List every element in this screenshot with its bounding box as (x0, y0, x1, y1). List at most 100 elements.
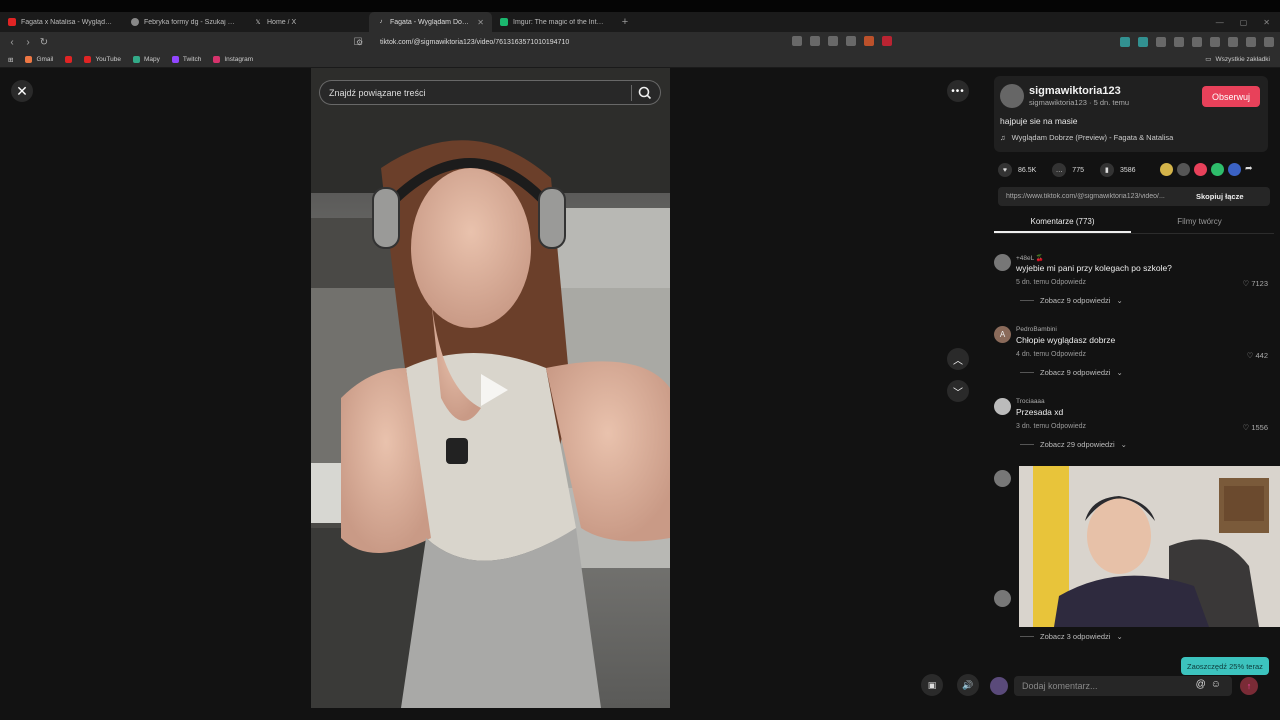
bookmark-label: Mapy (143, 56, 160, 63)
tab-title: Home / X (267, 18, 297, 26)
browser-tab-5[interactable]: Imgur: The magic of the Internet (492, 12, 615, 32)
volume-icon[interactable]: 🔊 (957, 674, 979, 696)
comment-stat[interactable]: … 775 (1052, 163, 1084, 177)
comment-like-count: 7123 (1251, 279, 1268, 288)
share-whatsapp-icon[interactable] (1211, 163, 1224, 176)
promo-badge[interactable]: Zaoszczędź 25% teraz (1181, 657, 1269, 675)
reply-button[interactable]: Odpowiedz (1051, 423, 1086, 430)
bookmark-youtube[interactable]: YouTube (84, 56, 121, 63)
bookmark-youtube-icon-only[interactable] (65, 56, 73, 63)
search-icon[interactable] (637, 85, 653, 101)
my-avatar[interactable] (990, 677, 1008, 695)
view-replies[interactable]: Zobacz 29 odpowiedzi ⌄ (1020, 440, 1127, 449)
floating-player-icon[interactable]: ▣ (921, 674, 943, 696)
view-replies[interactable]: Zobacz 3 odpowiedzi ⌄ (1020, 632, 1123, 641)
maximize-icon[interactable]: ▢ (1240, 18, 1248, 27)
cast-icon[interactable] (828, 36, 838, 46)
share-facebook-icon[interactable] (1228, 163, 1241, 176)
new-tab-button[interactable]: + (615, 16, 635, 28)
comment-avatar[interactable] (994, 254, 1011, 271)
share-pin-icon[interactable] (1194, 163, 1207, 176)
forward-icon[interactable]: › (20, 37, 36, 48)
youtube-icon (8, 18, 16, 26)
minimize-icon[interactable]: — (1216, 18, 1224, 27)
related-search-input[interactable]: Znajdź powiązane treści (319, 80, 661, 105)
save-stat[interactable]: ▮ 3586 (1099, 163, 1136, 177)
extension-icon[interactable] (1138, 37, 1148, 47)
comment-avatar[interactable]: A (994, 326, 1011, 343)
comment-username[interactable]: Trociaaaa (1016, 398, 1045, 405)
media-icon[interactable] (1210, 37, 1220, 47)
comment-like[interactable]: ♡ 7123 (1242, 279, 1268, 288)
author-avatar[interactable] (1000, 84, 1024, 108)
reply-button[interactable]: Odpowiedz (1051, 279, 1086, 286)
share-arrow-icon[interactable]: ➦ (1245, 163, 1253, 176)
browser-tab-2[interactable]: Febryka formy dg - Szukaj w Google (123, 12, 246, 32)
extension-icon[interactable] (1156, 37, 1166, 47)
divider (1020, 444, 1034, 445)
music-link[interactable]: ♫ Wyglądam Dobrze (Preview) - Fagata & N… (1000, 133, 1173, 142)
extension-icon[interactable] (1120, 37, 1130, 47)
heart-icon: ♥ (998, 163, 1012, 177)
like-count: 86.5K (1018, 166, 1037, 174)
rewards-icon[interactable] (882, 36, 892, 46)
webcam-image (1019, 466, 1280, 627)
bookmark-twitch[interactable]: Twitch (171, 56, 201, 63)
comment-username[interactable]: +48eL 🍒 (1016, 254, 1044, 262)
share-embed-icon[interactable] (1177, 163, 1190, 176)
comment-avatar[interactable] (994, 590, 1011, 607)
view-replies[interactable]: Zobacz 9 odpowiedzi ⌄ (1020, 368, 1123, 377)
bookmark-gmail[interactable]: Gmail (25, 56, 53, 63)
close-video-button[interactable]: ✕ (11, 80, 33, 102)
comment-avatar[interactable] (994, 398, 1011, 415)
wallet-icon[interactable] (1246, 37, 1256, 47)
video-link-url[interactable]: https://www.tiktok.com/@sigmawiktoria123… (998, 193, 1188, 200)
all-bookmarks[interactable]: ▭ Wszystkie zakładki (1205, 55, 1270, 64)
follow-button[interactable]: Obserwuj (1202, 86, 1260, 107)
close-tab-icon[interactable]: ✕ (477, 18, 484, 27)
bookmark-maps[interactable]: Mapy (132, 56, 160, 63)
x-icon: 𝕏 (255, 19, 261, 26)
comment-like[interactable]: ♡ 442 (1247, 351, 1268, 360)
close-window-icon[interactable]: ✕ (1263, 18, 1270, 27)
comment-time: 5 dn. temu (1016, 279, 1050, 286)
bookmark-instagram[interactable]: Instagram (213, 56, 253, 63)
youtube-icon (65, 56, 73, 63)
mention-emoji-icons[interactable]: @☺ (1196, 679, 1226, 690)
share-coin-icon[interactable] (1160, 163, 1173, 176)
reload-icon[interactable]: ↻ (36, 37, 52, 48)
like-stat[interactable]: ♥ 86.5K (998, 163, 1036, 177)
tab-comments[interactable]: Komentarze (773) (994, 212, 1131, 233)
share-icon[interactable] (846, 36, 856, 46)
extension-icon[interactable] (1192, 37, 1202, 47)
copy-link-button[interactable]: Skopiuj łącze (1196, 192, 1244, 201)
browser-tab-4-active[interactable]: ♪ Fagata - Wyglądam Dobrze (Pre... ✕ (369, 12, 492, 32)
comment-meta: 5 dn. temu Odpowiedz (1016, 279, 1086, 286)
reply-button[interactable]: Odpowiedz (1051, 351, 1086, 358)
comment-username[interactable]: PedroBambini (1016, 326, 1057, 333)
site-info-icon[interactable]: ⚙ (356, 37, 366, 47)
comment-input[interactable]: Dodaj komentarz... @☺ (1014, 676, 1232, 696)
comment-avatar[interactable] (994, 470, 1011, 487)
view-replies[interactable]: Zobacz 9 odpowiedzi ⌄ (1020, 296, 1123, 305)
brave-shield-icon[interactable] (864, 36, 874, 46)
author-username[interactable]: sigmawiktoria123 (1029, 85, 1121, 97)
extension-icon[interactable] (1174, 37, 1184, 47)
apps-icon[interactable]: ⊞ (8, 56, 13, 64)
translate-icon[interactable] (792, 36, 802, 46)
play-icon[interactable] (477, 371, 511, 409)
back-icon[interactable]: ‹ (4, 37, 20, 48)
zoom-icon[interactable] (810, 36, 820, 46)
maps-icon (132, 56, 140, 63)
send-comment-icon[interactable]: ↑ (1240, 677, 1258, 695)
next-video-icon[interactable]: ﹀ (947, 380, 969, 402)
tab-creator-videos[interactable]: Filmy twórcy (1131, 212, 1268, 233)
browser-tab-1[interactable]: Fagata x Natalisa - Wyglądam Dobrze (0, 12, 123, 32)
instagram-icon (213, 56, 221, 63)
sidebar-icon[interactable] (1228, 37, 1238, 47)
browser-tab-3[interactable]: 𝕏 Home / X (246, 12, 369, 32)
comment-like[interactable]: ♡ 1556 (1242, 423, 1268, 432)
more-options-icon[interactable]: ••• (947, 80, 969, 102)
extensions-icon[interactable] (1264, 37, 1274, 47)
previous-video-icon[interactable]: ︿ (947, 348, 969, 370)
